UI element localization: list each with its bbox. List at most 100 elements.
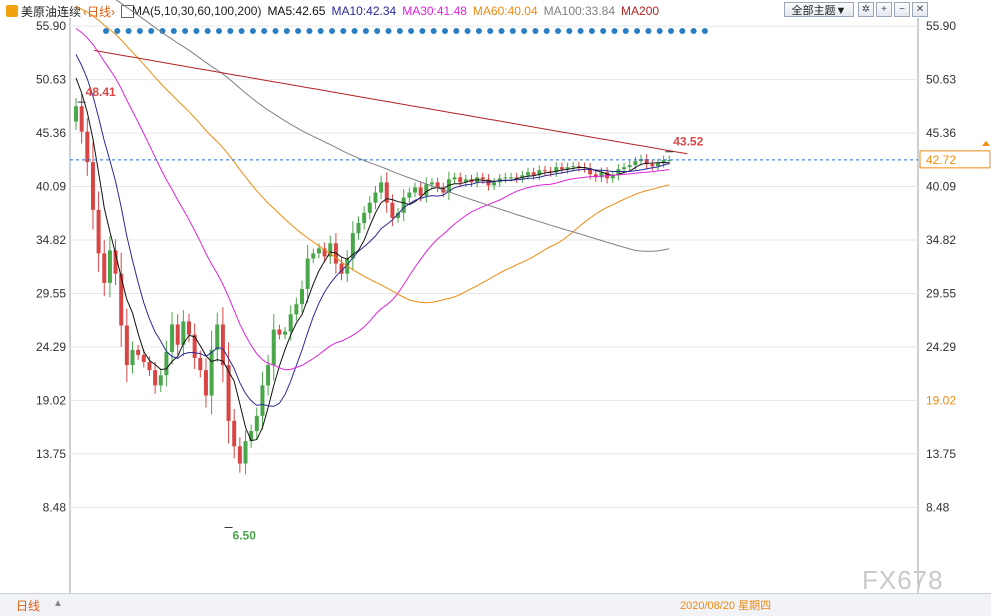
event-marker-dot	[464, 28, 471, 34]
candle-body	[130, 349, 135, 366]
candle-body	[79, 106, 84, 132]
candle-body	[492, 182, 497, 186]
y-tick-label-left: 55.90	[36, 19, 66, 33]
event-marker-dot	[182, 28, 189, 34]
event-marker-dot	[362, 28, 369, 34]
candle-body	[311, 253, 316, 259]
event-marker-dot	[475, 28, 482, 34]
event-marker-dot	[317, 28, 324, 34]
candle-body	[147, 362, 152, 371]
event-marker-dot	[453, 28, 460, 34]
current-price-label: 42.72	[926, 153, 956, 167]
candle-body	[209, 349, 214, 396]
event-marker-dot	[295, 28, 302, 34]
event-marker-dot	[430, 28, 437, 34]
candle-body	[356, 222, 361, 234]
candle-body	[203, 370, 208, 396]
event-marker-dot	[701, 28, 708, 34]
event-marker-dot	[125, 28, 132, 34]
period-tab[interactable]: 日线	[16, 597, 40, 614]
candle-body	[655, 163, 660, 167]
candle-body	[74, 106, 78, 122]
event-marker-dot	[532, 28, 539, 34]
candle-body	[362, 212, 367, 223]
candle-body	[503, 177, 508, 179]
watermark-text: FX678	[862, 565, 944, 595]
y-tick-label-left: 50.63	[36, 73, 66, 87]
candle-body	[141, 354, 146, 363]
candle-body	[429, 182, 434, 185]
event-marker-dot	[419, 28, 426, 34]
event-marker-dot	[521, 28, 528, 34]
candle-body	[305, 258, 310, 289]
annotation-label: 6.50	[233, 528, 257, 542]
candle-body	[237, 446, 242, 464]
candle-body	[266, 365, 271, 386]
candle-body	[158, 375, 163, 386]
candle-body	[418, 187, 423, 196]
event-marker-dot	[193, 28, 200, 34]
annotation-label: 43.52	[673, 135, 703, 149]
candle-body	[413, 187, 417, 193]
event-marker-dot	[442, 28, 448, 34]
candle-body	[198, 357, 203, 371]
ma200-line	[93, 49, 688, 155]
event-marker-dot	[148, 28, 155, 34]
price-chart[interactable]: 55.90 55.90 50.63 50.63 45.36 45.36 40.09 40.09…	[0, 0, 991, 615]
candle-body	[124, 325, 129, 366]
event-marker-dot	[249, 28, 256, 34]
event-marker-dot	[408, 28, 415, 34]
event-marker-dot	[600, 28, 607, 34]
event-marker-dot	[487, 28, 494, 34]
candle-body	[526, 172, 530, 176]
y-tick-label-right: 29.55	[926, 287, 956, 301]
event-marker-dot	[588, 28, 595, 34]
candle-body	[435, 182, 440, 188]
y-tick-label-right: 50.63	[926, 73, 956, 87]
y-tick-label-left: 34.82	[36, 233, 66, 247]
event-marker-dot	[690, 28, 697, 34]
event-marker-dot	[385, 28, 392, 34]
selected-date: 2020/08/20 星期四	[680, 600, 772, 612]
event-marker-dot	[272, 28, 279, 34]
y-tick-label-left: 24.29	[36, 340, 66, 354]
y-tick-label-right: 13.75	[926, 447, 956, 461]
event-marker-dot	[679, 28, 686, 34]
event-marker-dot	[543, 28, 550, 34]
ma60-line	[75, 6, 670, 304]
candle-body	[215, 324, 220, 350]
candle-body	[509, 177, 514, 179]
event-marker-dot	[656, 28, 663, 34]
annotation-label: 48.41	[86, 85, 116, 99]
event-marker-dot	[261, 28, 268, 34]
play-icon[interactable]: ▲	[53, 598, 63, 609]
highlight-price-label: 19.02	[926, 393, 956, 407]
event-marker-dot	[645, 28, 652, 34]
candle-body	[187, 321, 191, 335]
candle-body	[401, 197, 406, 213]
event-marker-dot	[374, 28, 381, 34]
event-marker-dot	[351, 28, 358, 34]
candle-body	[220, 324, 225, 366]
y-tick-label-left: 8.48	[43, 500, 67, 514]
candle-body	[390, 202, 395, 218]
candle-body	[254, 415, 259, 432]
candle-body	[458, 177, 463, 183]
event-marker-dot	[555, 28, 561, 34]
y-tick-label-right: 8.48	[926, 500, 950, 514]
event-marker-dot	[340, 28, 347, 34]
event-marker-dot	[227, 28, 234, 34]
candle-body	[627, 165, 632, 168]
candle-body	[170, 324, 175, 352]
candle-body	[85, 131, 90, 163]
event-marker-dot	[216, 28, 222, 34]
bottom-bar: 日线 ▲ 2020/08/20 星期四	[0, 593, 991, 616]
y-tick-label-left: 19.02	[36, 393, 66, 407]
candle-body	[153, 370, 158, 386]
y-tick-label-right: 45.36	[926, 126, 956, 140]
candle-body	[559, 167, 564, 170]
event-marker-dot	[114, 28, 121, 34]
candle-body	[288, 314, 293, 332]
y-tick-label-left: 29.55	[36, 287, 66, 301]
candle-body	[531, 172, 536, 176]
